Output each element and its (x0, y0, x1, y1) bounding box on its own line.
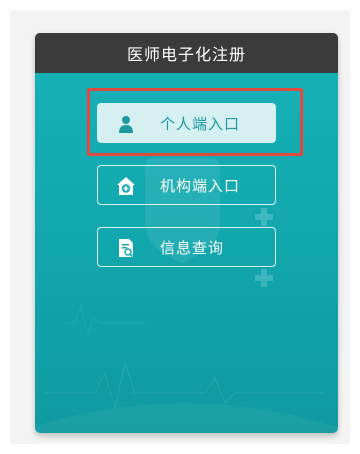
institution-entry-label: 机构端入口 (160, 176, 241, 195)
document-search-icon (119, 239, 134, 258)
heartbeat-line (45, 360, 325, 409)
page-title: 医师电子化注册 (126, 45, 246, 64)
heartbeat-line (65, 303, 145, 337)
cross-decoration (255, 208, 273, 226)
info-query-button[interactable]: 信息查询 (97, 227, 276, 267)
arc-decoration (35, 403, 338, 433)
medical-house-icon (117, 177, 135, 195)
cross-decoration (255, 269, 273, 287)
info-query-label: 信息查询 (160, 238, 225, 257)
institution-entry-button[interactable]: 机构端入口 (97, 165, 276, 205)
card-header: 医师电子化注册 (35, 33, 338, 73)
page: 医师电子化注册 个人端入口 机构端入口 信息查询 (0, 0, 360, 454)
selection-highlight-box (87, 88, 303, 156)
